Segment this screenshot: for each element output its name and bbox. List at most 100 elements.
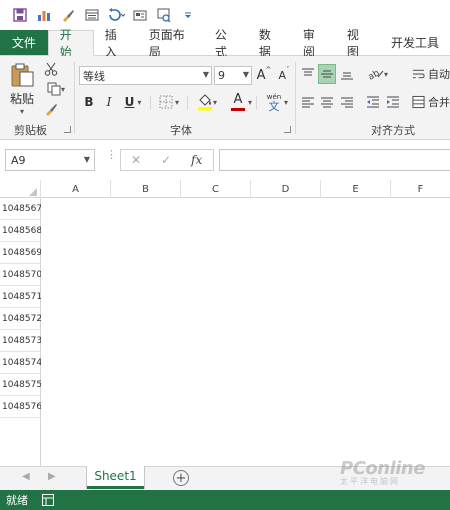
divider (256, 96, 257, 110)
tab-home[interactable]: 开始 (47, 28, 94, 59)
increase-font-size-button[interactable]: A ^ (255, 66, 273, 85)
align-right-button[interactable] (338, 92, 356, 112)
scroll-right-icon[interactable]: ▶ (48, 471, 56, 482)
font-launcher-icon[interactable] (284, 126, 291, 133)
format-painter-icon (46, 104, 57, 116)
row-header[interactable]: 1048567 (0, 198, 42, 220)
wrap-text-icon (412, 69, 425, 79)
font-size-select[interactable]: 9 ▼ (214, 66, 252, 85)
chart-icon[interactable] (34, 5, 54, 25)
underline-button[interactable]: U ▾ (119, 92, 147, 112)
column-header[interactable]: B (111, 180, 181, 198)
plus-icon: + (175, 470, 187, 486)
customize-icon[interactable] (178, 5, 198, 25)
formula-input[interactable] (219, 149, 450, 171)
bold-label: B (84, 95, 94, 109)
clipboard-launcher-icon[interactable] (64, 126, 71, 133)
divider (295, 62, 296, 134)
row-header[interactable]: 1048576 (0, 396, 42, 418)
column-header[interactable]: E (321, 180, 391, 198)
status-bar: 就绪 (0, 490, 450, 510)
tab-file[interactable]: 文件 (0, 30, 48, 55)
name-box-value: A9 (11, 153, 26, 167)
row-header[interactable]: 1048575 (0, 374, 42, 396)
align-left-icon (302, 97, 314, 108)
italic-button[interactable]: I (100, 92, 118, 112)
cut-button[interactable] (42, 60, 60, 78)
preview-icon[interactable] (154, 5, 174, 25)
chevron-down-icon: ▾ (212, 97, 217, 107)
paste-dropdown-icon: ▾ (19, 107, 24, 116)
column-header[interactable]: C (181, 180, 251, 198)
italic-label: I (106, 95, 112, 109)
wrap-text-button[interactable]: 自动 (412, 64, 450, 84)
select-all-corner[interactable] (0, 180, 41, 198)
column-headers: A B C D E F (0, 180, 450, 198)
chevron-down-icon: ▼ (83, 155, 90, 164)
tab-review[interactable]: 审阅 (292, 28, 336, 59)
tab-view[interactable]: 视图 (336, 28, 380, 59)
insert-function-button[interactable]: fx (191, 153, 202, 167)
add-sheet-button[interactable]: + (173, 470, 189, 486)
decrease-font-size-button[interactable]: Aˇ (275, 66, 293, 85)
name-box[interactable]: A9 ▼ (5, 149, 95, 171)
ribbon-tabs: 文件 开始 插入 页面布局 公式 数据 审阅 视图 开发工具 (0, 28, 450, 59)
enter-icon[interactable]: ✓ (161, 153, 171, 167)
cancel-icon[interactable]: ✕ (131, 153, 141, 167)
row-header[interactable]: 1048568 (0, 220, 42, 242)
column-header[interactable]: F (391, 180, 450, 198)
merge-center-button[interactable]: 合并 (412, 92, 450, 112)
brush-icon[interactable] (58, 5, 78, 25)
align-middle-button[interactable] (318, 64, 336, 84)
scroll-left-icon[interactable]: ◀ (22, 471, 30, 482)
bold-button[interactable]: B (80, 92, 98, 112)
formula-buttons: ✕ ✓ fx (120, 149, 214, 171)
sheet-tab-sheet1[interactable]: Sheet1 (87, 466, 144, 489)
align-bottom-button[interactable] (338, 64, 356, 84)
more-options-icon[interactable]: ⋮ (106, 149, 117, 160)
tab-insert[interactable]: 插入 (94, 28, 138, 59)
paste-button[interactable]: 粘贴 ▾ (6, 60, 38, 118)
tab-page-layout[interactable]: 页面布局 (138, 28, 204, 59)
form-icon[interactable] (82, 5, 102, 25)
divider (187, 96, 188, 110)
copy-dropdown-icon: ▾ (60, 84, 65, 94)
copy-button[interactable]: ▾ (42, 80, 70, 98)
divider (150, 96, 151, 110)
paint-bucket-icon (197, 94, 212, 111)
copy-icon (47, 82, 61, 96)
format-painter-button[interactable] (42, 100, 60, 118)
increase-indent-button[interactable] (384, 92, 402, 112)
align-left-button[interactable] (299, 92, 317, 112)
email-icon[interactable] (130, 5, 150, 25)
fill-color-button[interactable]: ▾ (192, 90, 222, 114)
row-header[interactable]: 1048572 (0, 308, 42, 330)
cell-grid[interactable] (41, 198, 450, 466)
row-header[interactable]: 1048573 (0, 330, 42, 352)
font-name-select[interactable]: 等线 ▼ (79, 66, 212, 85)
undo-icon[interactable] (106, 5, 126, 25)
align-top-button[interactable] (299, 64, 317, 84)
orientation-button[interactable]: ab ▾ (364, 64, 392, 84)
sheet-tabs-bar: ◀ ▶ Sheet1 + (0, 466, 450, 490)
row-header[interactable]: 1048571 (0, 286, 42, 308)
tab-formulas[interactable]: 公式 (204, 28, 248, 59)
align-center-button[interactable] (318, 92, 336, 112)
column-header[interactable]: D (251, 180, 321, 198)
font-color-swatch (231, 108, 245, 111)
decrease-indent-button[interactable] (364, 92, 382, 112)
row-header[interactable]: 1048570 (0, 264, 42, 286)
tab-data[interactable]: 数据 (248, 28, 292, 59)
increase-indent-icon (387, 96, 399, 108)
chevron-down-icon: ▾ (284, 98, 289, 107)
font-color-label: A (233, 92, 243, 107)
row-header[interactable]: 1048574 (0, 352, 42, 374)
tab-developer[interactable]: 开发工具 (380, 30, 450, 55)
column-header[interactable]: A (41, 180, 111, 198)
status-ready: 就绪 (6, 494, 28, 507)
macro-record-icon[interactable] (42, 494, 54, 506)
row-header[interactable]: 1048569 (0, 242, 42, 264)
chevron-down-icon: ▼ (242, 70, 249, 79)
borders-button[interactable]: ▾ (155, 92, 183, 112)
save-icon[interactable] (10, 5, 30, 25)
